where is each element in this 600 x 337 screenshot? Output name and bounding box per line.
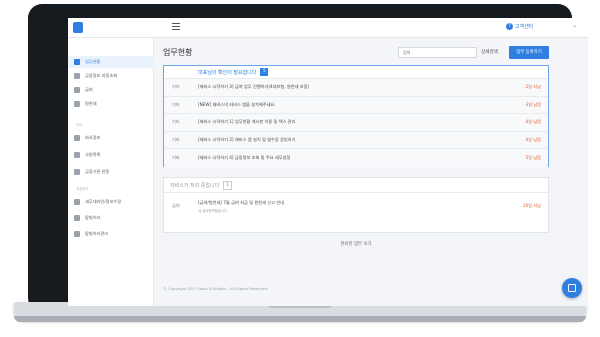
- task-due: 5일 남음: [525, 155, 541, 161]
- pending-card-title: 대표님의 확인이 필요합니다: [198, 69, 257, 76]
- sidebar-item-employees[interactable]: 사원목록: [68, 149, 154, 161]
- screen-holder: ? 고객센터 ⌄ 업무현황 금융정보 자동조회 급여 원천세 관리 회사정보 사…: [28, 4, 588, 312]
- sidebar-item-withholding[interactable]: 원천세: [68, 98, 154, 110]
- task-title: [NEW] 재비스의 자비스 앱을 설치해주세요.: [198, 101, 276, 107]
- task-title: [재비스 시작하기 2] 재비스 앱 설치 및 영수증 증빙하기: [198, 137, 296, 143]
- processing-card-title: 자비스가 처리 중입니다: [170, 182, 220, 189]
- task-title: [재비스 시작하기 1] 업무현황 게시판 이용 및 텍스 관리: [198, 119, 296, 125]
- task-due: 3일 남음: [525, 101, 541, 107]
- task-tag: 기타: [172, 101, 180, 107]
- hamburger-icon[interactable]: [172, 23, 180, 31]
- processing-card-header: 자비스가 처리 중입니다 1: [164, 178, 548, 193]
- building-icon: [74, 135, 80, 141]
- detail-search-link[interactable]: 상세검색: [481, 49, 498, 55]
- search-input[interactable]: [398, 47, 477, 58]
- sidebar-item-popbill-manage[interactable]: 팝빌아리관리: [68, 228, 154, 240]
- bank-icon: [74, 169, 80, 175]
- chart-icon: [74, 73, 80, 79]
- help-center-button[interactable]: ? 고객센터: [506, 23, 533, 30]
- sidebar-item-label: 팝빌이라: [85, 215, 101, 220]
- task-tag: 급여: [172, 203, 180, 208]
- sidebar-item-payroll[interactable]: 급여: [68, 84, 154, 96]
- coin-icon: [74, 101, 80, 107]
- users-icon: [74, 152, 80, 158]
- sidebar-item-finance-auto[interactable]: 금융정보 자동조회: [68, 70, 154, 82]
- wallet-icon: [74, 87, 80, 93]
- task-row[interactable]: 급여 [급여/원천세] 7월 급여 지급 및 원천세 신고 안내 세 급여정액했…: [164, 193, 548, 219]
- sidebar-item-label: 세무대리인/정보수정: [85, 199, 122, 204]
- task-title: [급여/원천세] 7월 급여 지급 및 원천세 신고 안내: [198, 199, 285, 205]
- sidebar-item-tax-agent[interactable]: 세무대리인/정보수정: [68, 196, 154, 208]
- sidebar-item-dashboard[interactable]: 업무현황: [68, 56, 154, 68]
- app-screen: ? 고객센터 ⌄ 업무현황 금융정보 자동조회 급여 원천세 관리 회사정보 사…: [68, 18, 588, 306]
- task-due: 4일 남음: [525, 137, 541, 143]
- sidebar-item-label: 급여: [85, 87, 93, 92]
- section-label-manage: 관리: [76, 123, 83, 127]
- copyright-footer: © Copyright 2017 Jobis & Villains - All …: [163, 286, 269, 291]
- question-icon: ?: [506, 23, 513, 30]
- page-title: 업무현황: [163, 48, 193, 57]
- chat-button[interactable]: [562, 278, 582, 298]
- task-tag: 기타: [172, 84, 180, 90]
- task-row[interactable]: 기타 [재비스 시작하기 3] 급여 업무 진행하기(4대보험, 원천세 포함)…: [164, 79, 548, 97]
- chat-icon: [568, 284, 576, 292]
- completed-tasks-link[interactable]: 완료된 업무 보기: [163, 241, 549, 247]
- sidebar-item-popbill[interactable]: 팝빌이라: [68, 212, 154, 224]
- task-row[interactable]: 기타 [재비스 시작하기 1] 업무현황 게시판 이용 및 텍스 관리 4일 남…: [164, 114, 548, 132]
- task-row[interactable]: 기타 [재비스 시작하기 2] 재비스 앱 설치 및 영수증 증빙하기 4일 남…: [164, 131, 548, 150]
- sidebar-item-company[interactable]: 회사정보: [68, 132, 154, 144]
- task-due: 2일 지남: [525, 84, 541, 90]
- chevron-down-icon[interactable]: ⌄: [572, 22, 577, 29]
- pending-tasks-card: 대표님의 확인이 필요합니다 5 기타 [재비스 시작하기 3] 급여 업무 진…: [163, 65, 549, 167]
- task-due: 10일 지남: [522, 203, 541, 208]
- sidebar-item-label: 업무현황: [85, 59, 101, 64]
- sidebar-item-label: 금융정보 자동조회: [85, 73, 118, 78]
- task-subtitle: 세 급여정액했습니다: [198, 208, 228, 213]
- help-center-label: 고객센터: [515, 24, 534, 30]
- task-tag: 기타: [172, 119, 180, 125]
- laptop-base-shadow: [14, 316, 586, 322]
- user-icon: [74, 199, 80, 205]
- task-row[interactable]: 기타 [재비스 시작하기 4] 금융정보 조회 및 주요 세무일정 5일 남음: [164, 149, 548, 167]
- app-logo[interactable]: [73, 22, 83, 33]
- settings-icon: [74, 231, 80, 237]
- pending-count-badge: 5: [260, 68, 269, 76]
- task-text: [급여/원천세] 7월 급여 지급 및 원천세 신고 안내 세 급여정액했습니다: [198, 200, 508, 213]
- processing-tasks-card: 자비스가 처리 중입니다 1 급여 [급여/원천세] 7월 급여 지급 및 원천…: [163, 177, 549, 233]
- sidebar-item-label: 사원목록: [85, 152, 101, 157]
- pending-card-header: 대표님의 확인이 필요합니다 5: [164, 66, 548, 79]
- task-tag: 기타: [172, 155, 180, 161]
- processing-count-badge: 1: [223, 180, 233, 190]
- sidebar: 업무현황 금융정보 자동조회 급여 원천세 관리 회사정보 사원목록 금융기관 …: [68, 38, 154, 306]
- task-title: [재비스 시작하기 4] 금융정보 조회 및 주요 세무일정: [198, 155, 291, 161]
- register-task-button[interactable]: 업무 등록하기: [509, 46, 549, 59]
- task-row[interactable]: 기타 [NEW] 재비스의 자비스 앱을 설치해주세요. 3일 남음: [164, 96, 548, 115]
- clipboard-icon: [74, 59, 80, 65]
- sidebar-item-label: 금융기관 연동: [85, 169, 110, 174]
- section-label-account: 계정관리: [76, 187, 89, 191]
- sidebar-item-label: 회사정보: [85, 135, 101, 140]
- sidebar-item-label: 원천세: [85, 101, 97, 106]
- sidebar-item-bank-link[interactable]: 금융기관 연동: [68, 166, 154, 178]
- task-due: 4일 남음: [525, 119, 541, 125]
- task-tag: 기타: [172, 137, 180, 143]
- task-title: [재비스 시작하기 3] 급여 업무 진행하기(4대보험, 원천세 포함): [198, 84, 310, 90]
- user2-icon: [74, 215, 80, 221]
- top-bar: ? 고객센터 ⌄: [68, 18, 588, 38]
- sidebar-item-label: 팝빌아리관리: [85, 231, 109, 236]
